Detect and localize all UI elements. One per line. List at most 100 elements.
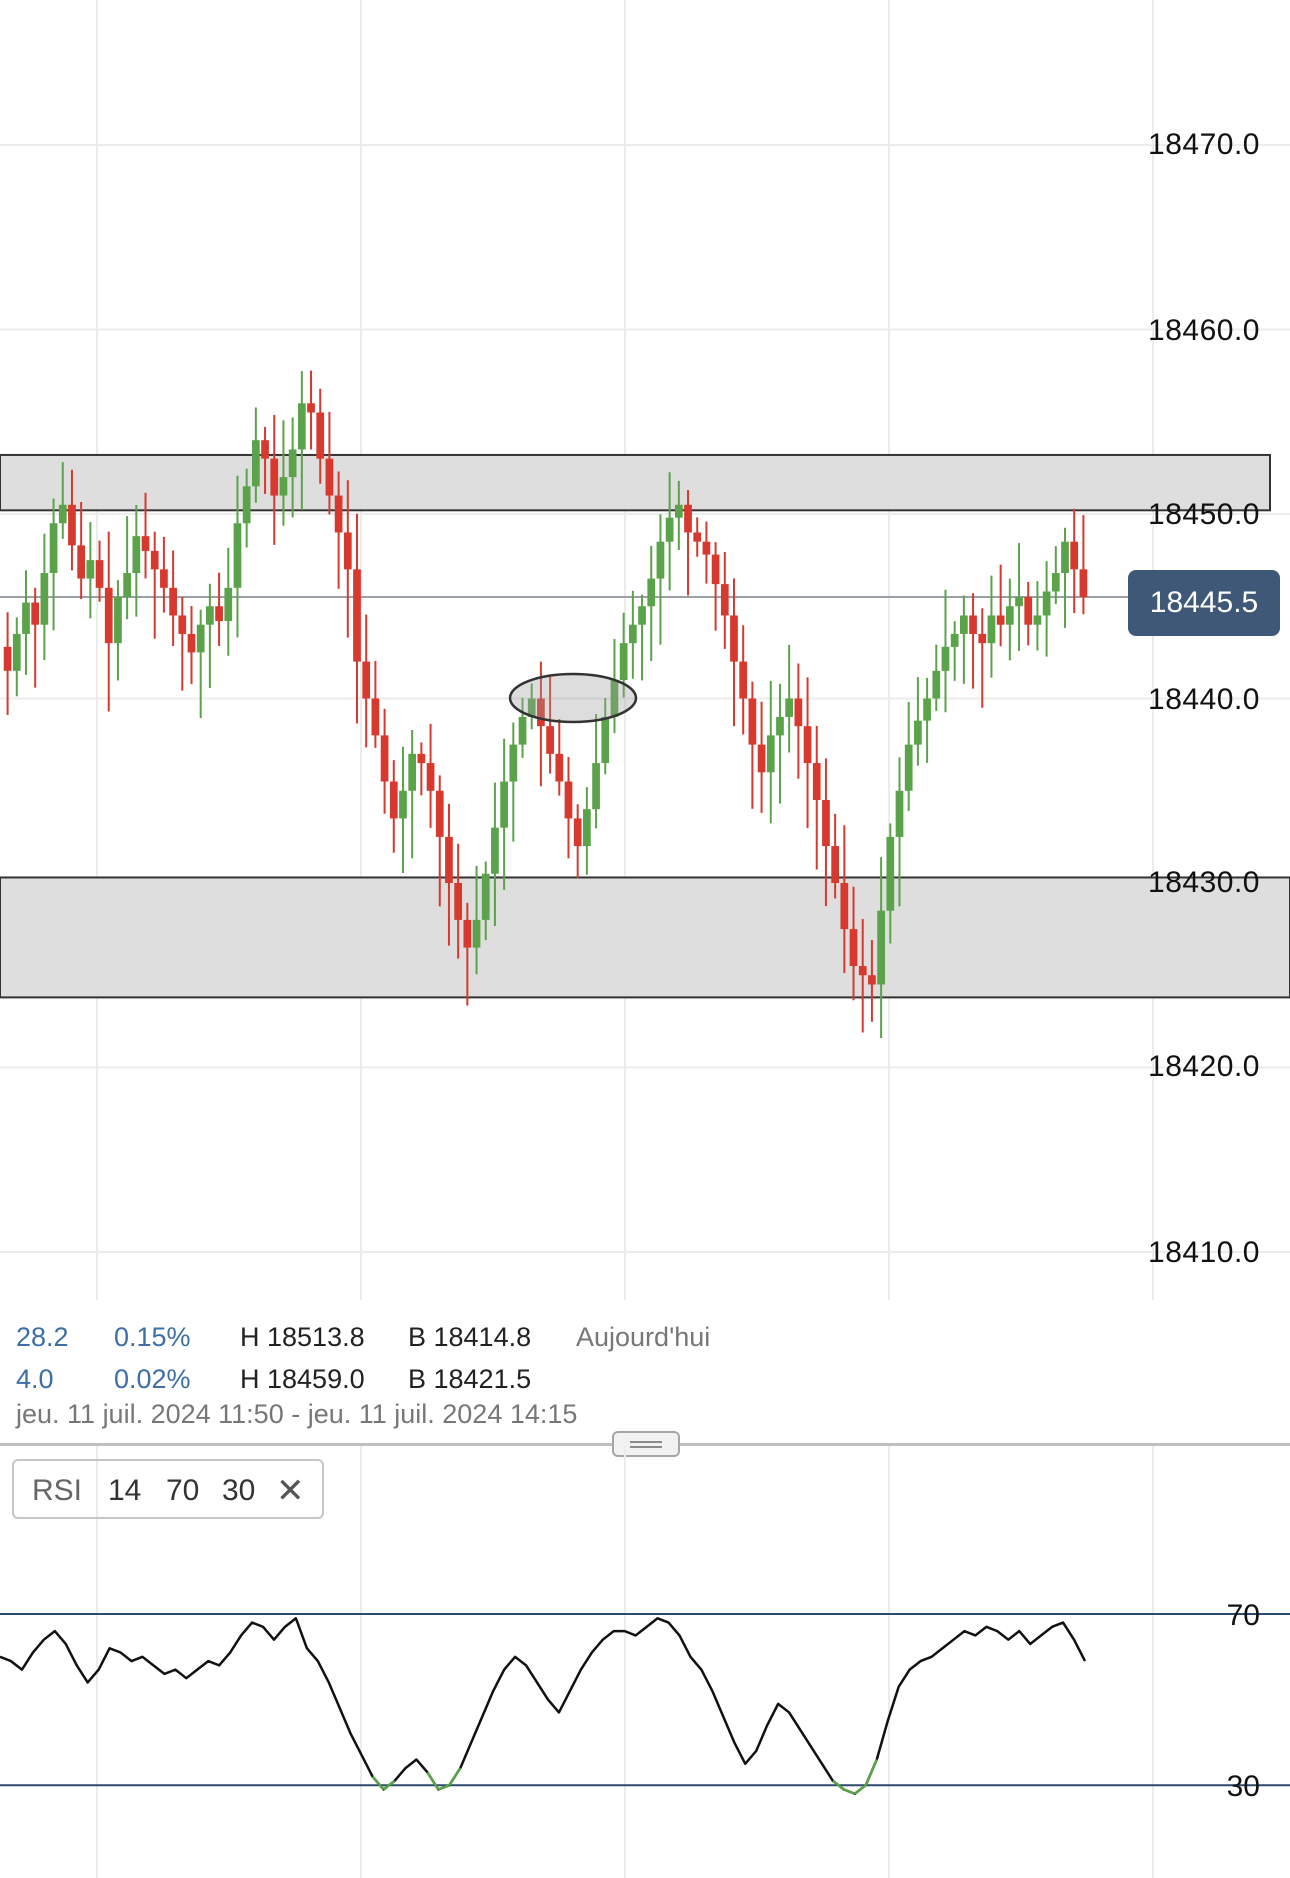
price-axis-label: 18450.0 bbox=[1148, 498, 1260, 531]
candle-body bbox=[141, 536, 150, 551]
candle-body bbox=[500, 781, 508, 828]
candle-body bbox=[693, 532, 702, 542]
candle-body bbox=[840, 883, 849, 930]
price-axis-label: 18430.0 bbox=[1148, 866, 1260, 899]
candle-body bbox=[1015, 597, 1023, 607]
candle-body bbox=[794, 698, 803, 727]
low-value: B 18421.5 bbox=[408, 1364, 532, 1394]
price-chart[interactable] bbox=[0, 0, 1290, 1420]
candle-body bbox=[389, 781, 398, 819]
candle-body bbox=[408, 753, 417, 791]
candle-body bbox=[766, 735, 775, 773]
candle-body bbox=[169, 587, 177, 616]
candle-body bbox=[730, 615, 738, 662]
candle-body bbox=[776, 716, 784, 736]
rsi-oversold-segment bbox=[843, 1788, 856, 1795]
candle-body bbox=[334, 495, 343, 533]
candle-body bbox=[270, 458, 279, 496]
candle-body bbox=[858, 966, 867, 976]
current-price-badge: 18445.5 bbox=[1128, 570, 1280, 636]
candle-body bbox=[601, 716, 610, 764]
candle-body bbox=[40, 573, 49, 625]
candle-body bbox=[316, 412, 325, 459]
high-value: H 18459.0 bbox=[240, 1364, 365, 1394]
candle-body bbox=[684, 504, 692, 533]
candle-body bbox=[114, 597, 122, 644]
candle-body bbox=[895, 790, 904, 837]
candle-body bbox=[86, 560, 95, 579]
change-value: 4.0 bbox=[16, 1364, 54, 1394]
candle-body bbox=[564, 781, 573, 819]
candle-body bbox=[132, 536, 141, 574]
candle-body bbox=[445, 836, 453, 883]
candle-body bbox=[868, 975, 876, 985]
candle-body bbox=[1033, 615, 1042, 625]
candle-body bbox=[68, 504, 76, 546]
candle-body bbox=[49, 523, 58, 574]
candle-body bbox=[803, 726, 812, 764]
high-value: H 18513.8 bbox=[240, 1322, 365, 1352]
candle-body bbox=[702, 541, 711, 555]
candle-body bbox=[941, 646, 950, 671]
candle-body bbox=[812, 763, 821, 800]
candle-body bbox=[463, 919, 472, 948]
support-resistance-zone bbox=[0, 453, 1271, 512]
candle-body bbox=[491, 827, 499, 874]
pattern-ellipse bbox=[508, 672, 638, 724]
candle-body bbox=[619, 643, 628, 681]
price-axis-label: 18420.0 bbox=[1148, 1050, 1260, 1083]
candle-body bbox=[22, 602, 30, 634]
price-axis-label: 18460.0 bbox=[1148, 314, 1260, 347]
candle-body bbox=[950, 633, 959, 647]
candle-body bbox=[1024, 597, 1033, 625]
candle-body bbox=[206, 606, 214, 625]
candle-body bbox=[160, 569, 168, 588]
candle-body bbox=[233, 523, 242, 588]
candle-body bbox=[638, 606, 646, 625]
rsi-line bbox=[0, 1617, 1087, 1796]
candle-body bbox=[1079, 569, 1088, 598]
close-icon[interactable]: ✕ bbox=[276, 1471, 305, 1511]
candle-body bbox=[583, 809, 591, 847]
candle-body bbox=[509, 744, 518, 782]
period-label[interactable]: Aujourd'hui bbox=[576, 1322, 710, 1353]
candle-body bbox=[426, 763, 435, 791]
candle-body bbox=[923, 698, 931, 721]
candle-body bbox=[886, 836, 895, 911]
candle-body bbox=[353, 569, 361, 662]
candle-body bbox=[978, 633, 987, 644]
candle-body bbox=[647, 578, 656, 607]
candle-body bbox=[371, 698, 380, 736]
candle-body bbox=[31, 602, 40, 625]
rsi-level-label: 30 bbox=[1226, 1770, 1260, 1803]
candle-body bbox=[279, 477, 288, 496]
candle-body bbox=[656, 541, 665, 579]
candle-body bbox=[1070, 541, 1079, 570]
candle-body bbox=[960, 615, 968, 634]
rsi-name: RSI bbox=[32, 1474, 83, 1507]
candle-body bbox=[288, 449, 297, 478]
price-axis-label: 18470.0 bbox=[1148, 128, 1260, 161]
candle-body bbox=[472, 919, 481, 948]
rsi-oversold-segment bbox=[426, 1771, 440, 1791]
candle-body bbox=[251, 440, 260, 487]
change-value: 28.2 bbox=[16, 1322, 69, 1352]
candle-body bbox=[1051, 573, 1060, 592]
candle-body bbox=[987, 615, 996, 644]
candle-body bbox=[711, 554, 720, 585]
low-value: B 18414.8 bbox=[408, 1322, 532, 1352]
candle-body bbox=[435, 790, 444, 837]
candle-body bbox=[546, 726, 554, 754]
candle-body bbox=[932, 670, 941, 699]
candle-body bbox=[748, 698, 757, 745]
candle-body bbox=[573, 818, 582, 847]
rsi-lower: 30 bbox=[222, 1474, 256, 1507]
candle-body bbox=[123, 573, 131, 598]
candle-body bbox=[325, 458, 334, 496]
candle-body bbox=[592, 763, 600, 810]
rsi-indicator-chip[interactable]: RSI 14 70 30 ✕ bbox=[12, 1459, 324, 1519]
rsi-level-label: 70 bbox=[1226, 1599, 1260, 1632]
rsi-oversold-segment bbox=[854, 1784, 867, 1795]
candle-body bbox=[454, 883, 463, 920]
candle-body bbox=[739, 661, 748, 699]
